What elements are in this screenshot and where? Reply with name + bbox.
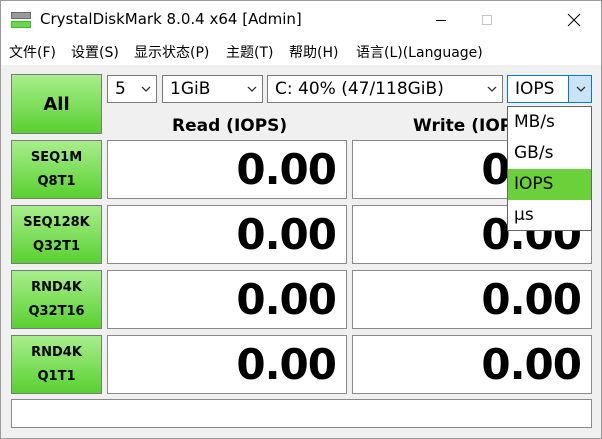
test-queue: Q32T16 xyxy=(28,303,85,319)
drive-value: C: 40% (47/118GiB) xyxy=(275,79,444,99)
test-button-rnd4k-q32t16[interactable]: RND4K Q32T16 xyxy=(11,270,102,329)
read-value: 0.00 xyxy=(236,340,337,389)
app-window: CrystalDiskMark 8.0.4 x64 [Admin] 文件(F) … xyxy=(0,0,602,439)
read-result-rnd4k-q1t1: 0.00 xyxy=(107,335,347,394)
title-bar[interactable]: CrystalDiskMark 8.0.4 x64 [Admin] xyxy=(1,1,601,39)
test-size-select[interactable]: 1GiB xyxy=(162,75,263,103)
read-value: 0.00 xyxy=(236,275,337,324)
chevron-down-icon xyxy=(487,86,497,92)
read-value: 0.00 xyxy=(236,145,337,194)
test-name: SEQ1M xyxy=(30,149,83,165)
read-result-rnd4k-q32t16: 0.00 xyxy=(107,270,347,329)
chevron-down-icon xyxy=(141,86,151,92)
unit-option-mbs[interactable]: MB/s xyxy=(508,107,591,138)
maximize-button[interactable] xyxy=(464,1,510,39)
test-queue: Q32T1 xyxy=(32,238,81,254)
test-size-value: 1GiB xyxy=(170,79,211,99)
read-column-header: Read (IOPS) xyxy=(172,116,288,136)
close-button[interactable] xyxy=(551,1,597,39)
menu-settings[interactable]: 设置(S) xyxy=(71,42,119,62)
test-name: RND4K xyxy=(31,344,82,360)
unit-select[interactable]: IOPS xyxy=(507,75,592,103)
write-result-rnd4k-q32t16: 0.00 xyxy=(352,270,592,329)
test-button-seq1m-q8t1[interactable]: SEQ1M Q8T1 xyxy=(11,140,102,199)
unit-value: IOPS xyxy=(515,79,555,99)
minimize-button[interactable] xyxy=(418,1,464,39)
menu-help[interactable]: 帮助(H) xyxy=(289,42,338,62)
close-icon xyxy=(567,13,581,27)
menu-file[interactable]: 文件(F) xyxy=(9,42,56,62)
test-queue: Q1T1 xyxy=(37,368,76,384)
test-queue: Q8T1 xyxy=(37,173,76,189)
menu-theme[interactable]: 主题(T) xyxy=(226,42,273,62)
run-all-label: All xyxy=(43,93,70,115)
read-result-seq128k-q32t1: 0.00 xyxy=(107,205,347,264)
maximize-icon xyxy=(482,15,492,25)
menu-display-status[interactable]: 显示状态(P) xyxy=(134,42,209,62)
write-result-rnd4k-q1t1: 0.00 xyxy=(352,335,592,394)
test-button-rnd4k-q1t1[interactable]: RND4K Q1T1 xyxy=(11,335,102,394)
test-count-value: 5 xyxy=(115,79,126,99)
unit-dropdown-list: MB/s GB/s IOPS μs xyxy=(507,106,592,231)
minimize-icon xyxy=(436,20,446,21)
write-value: 0.00 xyxy=(481,275,582,324)
menu-bar: 文件(F) 设置(S) 显示状态(P) 主题(T) 帮助(H) 语言(L)(La… xyxy=(1,39,601,65)
test-count-select[interactable]: 5 xyxy=(107,75,157,103)
drive-select[interactable]: C: 40% (47/118GiB) xyxy=(267,75,503,103)
unit-option-iops[interactable]: IOPS xyxy=(508,169,591,200)
chevron-down-icon xyxy=(247,86,257,92)
test-name: RND4K xyxy=(31,279,82,295)
read-value: 0.00 xyxy=(236,210,337,259)
status-bar xyxy=(11,399,592,428)
unit-option-gbs[interactable]: GB/s xyxy=(508,138,591,169)
app-disk-icon xyxy=(11,12,31,28)
chevron-down-icon xyxy=(576,86,586,92)
test-button-seq128k-q32t1[interactable]: SEQ128K Q32T1 xyxy=(11,205,102,264)
write-value: 0.00 xyxy=(481,340,582,389)
test-name: SEQ128K xyxy=(23,214,90,230)
menu-language[interactable]: 语言(L)(Language) xyxy=(356,42,483,62)
window-title: CrystalDiskMark 8.0.4 x64 [Admin] xyxy=(40,10,302,28)
unit-option-us[interactable]: μs xyxy=(508,200,591,231)
read-result-seq1m-q8t1: 0.00 xyxy=(107,140,347,199)
run-all-button[interactable]: All xyxy=(11,74,102,134)
